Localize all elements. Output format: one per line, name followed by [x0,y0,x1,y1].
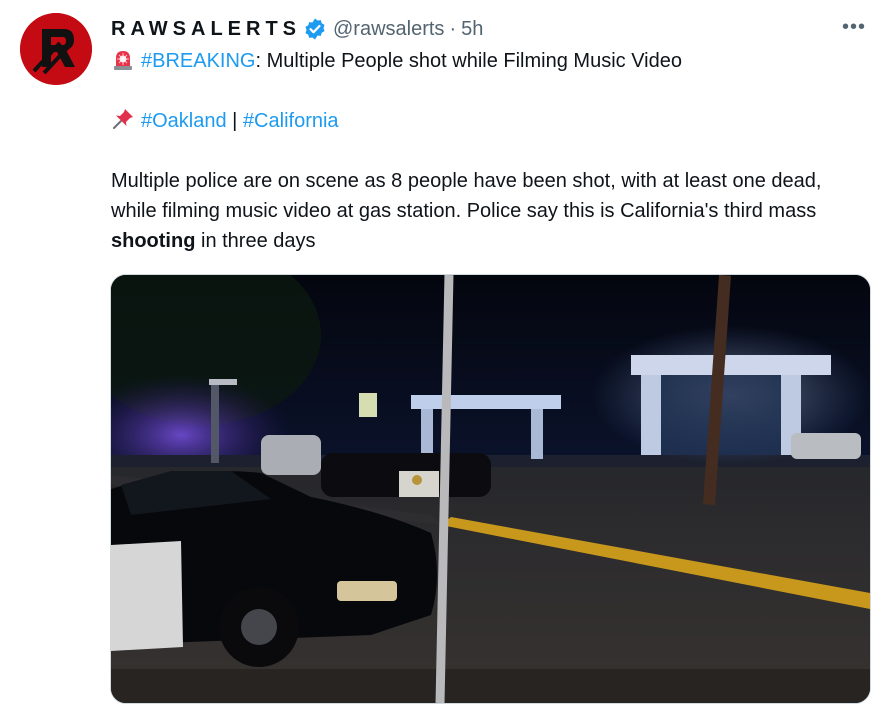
police-siren-icon [111,47,135,71]
hashtag-breaking[interactable]: #BREAKING [141,50,255,72]
hashtag-california[interactable]: #California [243,110,339,132]
separator-dot: · [449,17,457,40]
body-text-start: Multiple police are on scene as 8 people… [111,170,822,222]
raws-logo-icon [20,13,92,85]
body-text-end: in three days [195,230,316,252]
tweet-media[interactable] [110,274,871,704]
tweet-header: RAWSALERTS @rawsalerts · 5h [111,16,483,42]
body-bold-word: shooting [111,230,196,252]
breaking-text: : Multiple People shot while Filming Mus… [255,50,682,72]
author-handle[interactable]: @rawsalerts [333,18,444,41]
location-separator: | [226,110,243,132]
night-scene-police-car-gas-station-image [111,275,870,703]
avatar[interactable] [20,13,92,85]
tweet-body: Multiple police are on scene as 8 people… [111,166,871,256]
more-options-button[interactable]: ••• [841,14,867,40]
verified-badge-icon [303,17,327,41]
timestamp[interactable]: 5h [461,18,483,41]
pushpin-icon [111,107,135,131]
location-line: #Oakland | #California [111,106,339,136]
display-name[interactable]: RAWSALERTS [111,18,301,41]
breaking-line: #BREAKING: Multiple People shot while Fi… [111,46,682,76]
hashtag-oakland[interactable]: #Oakland [141,110,227,132]
